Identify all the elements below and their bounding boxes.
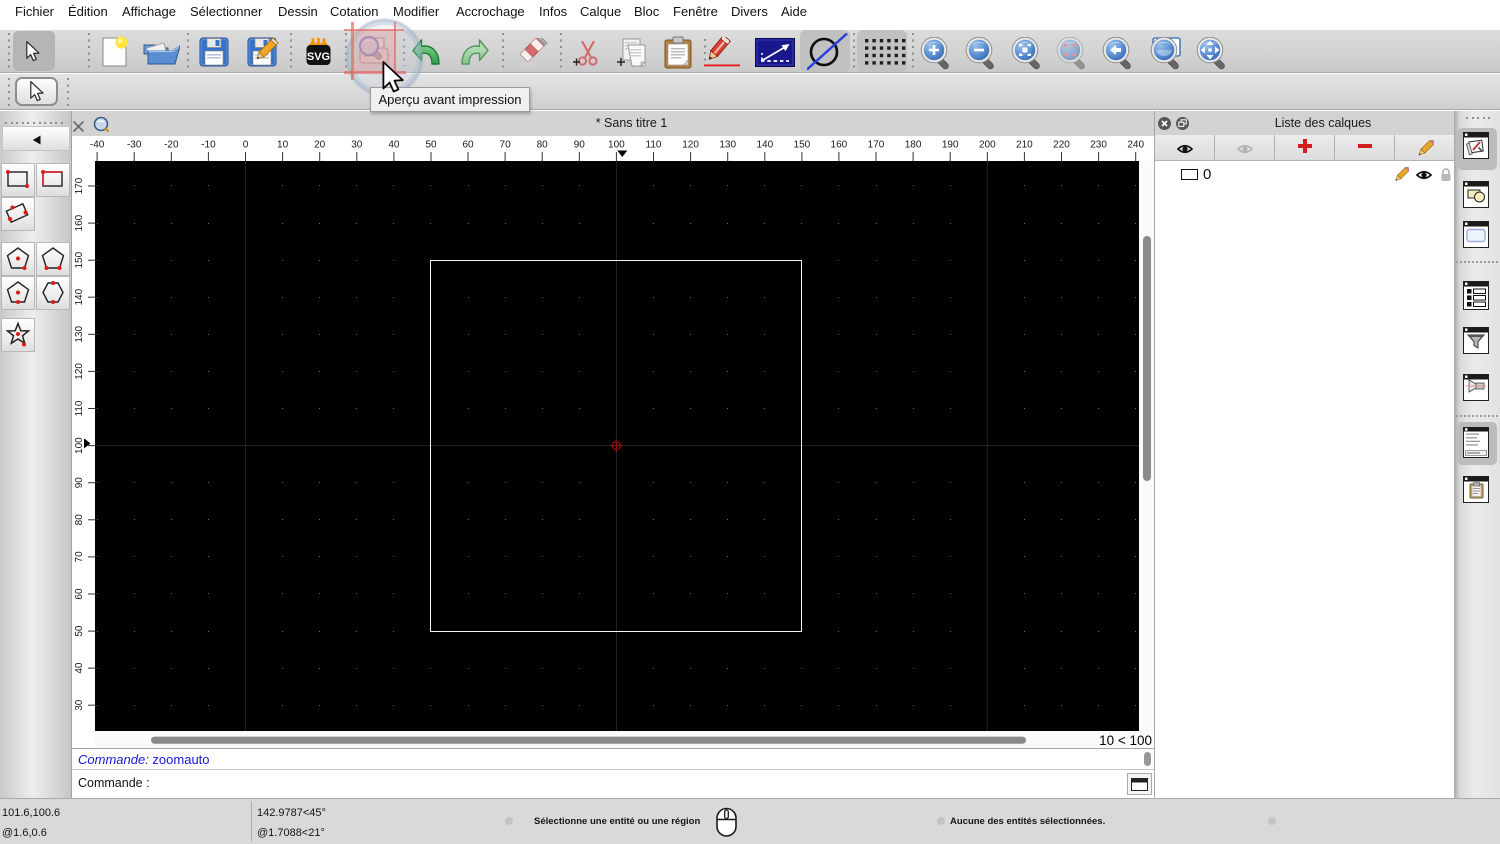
svg-text:140: 140: [74, 288, 85, 305]
svg-text:160: 160: [74, 214, 85, 231]
svg-text:200: 200: [979, 140, 996, 151]
svg-text:-10: -10: [201, 140, 216, 151]
svg-text:100: 100: [74, 437, 85, 454]
svg-text:-40: -40: [90, 140, 105, 151]
svg-text:210: 210: [1016, 140, 1033, 151]
svg-text:170: 170: [868, 140, 885, 151]
svg-text:120: 120: [682, 140, 699, 151]
svg-text:50: 50: [74, 625, 85, 637]
svg-text:130: 130: [74, 326, 85, 343]
svg-text:60: 60: [74, 588, 85, 600]
svg-text:90: 90: [74, 477, 85, 489]
svg-text:160: 160: [831, 140, 848, 151]
svg-text:30: 30: [351, 140, 363, 151]
svg-text:70: 70: [74, 551, 85, 563]
svg-text:40: 40: [388, 140, 400, 151]
svg-text:40: 40: [74, 662, 85, 674]
svg-text:140: 140: [756, 140, 773, 151]
svg-text:70: 70: [500, 140, 512, 151]
svg-text:220: 220: [1053, 140, 1070, 151]
svg-text:110: 110: [646, 140, 662, 151]
svg-text:80: 80: [537, 140, 549, 151]
svg-text:230: 230: [1090, 140, 1107, 151]
svg-text:130: 130: [719, 140, 736, 151]
svg-text:50: 50: [425, 140, 437, 151]
svg-text:90: 90: [574, 140, 586, 151]
svg-text:60: 60: [462, 140, 474, 151]
svg-text:150: 150: [794, 140, 811, 151]
svg-text:0: 0: [243, 140, 249, 151]
svg-text:110: 110: [74, 400, 85, 416]
svg-text:-30: -30: [127, 140, 142, 151]
svg-text:150: 150: [74, 251, 85, 268]
svg-text:20: 20: [314, 140, 326, 151]
svg-text:10 < 100: 10 < 100: [1099, 733, 1152, 748]
svg-text:10: 10: [277, 140, 289, 151]
svg-text:80: 80: [74, 514, 85, 526]
svg-text:180: 180: [905, 140, 922, 151]
svg-text:30: 30: [74, 699, 85, 711]
svg-text:170: 170: [74, 177, 85, 194]
svg-text:240: 240: [1127, 140, 1144, 151]
svg-text:100: 100: [608, 140, 625, 151]
svg-text:SVG: SVG: [307, 51, 330, 63]
svg-text:190: 190: [942, 140, 959, 151]
svg-text:120: 120: [74, 363, 85, 380]
svg-text:-20: -20: [164, 140, 179, 151]
